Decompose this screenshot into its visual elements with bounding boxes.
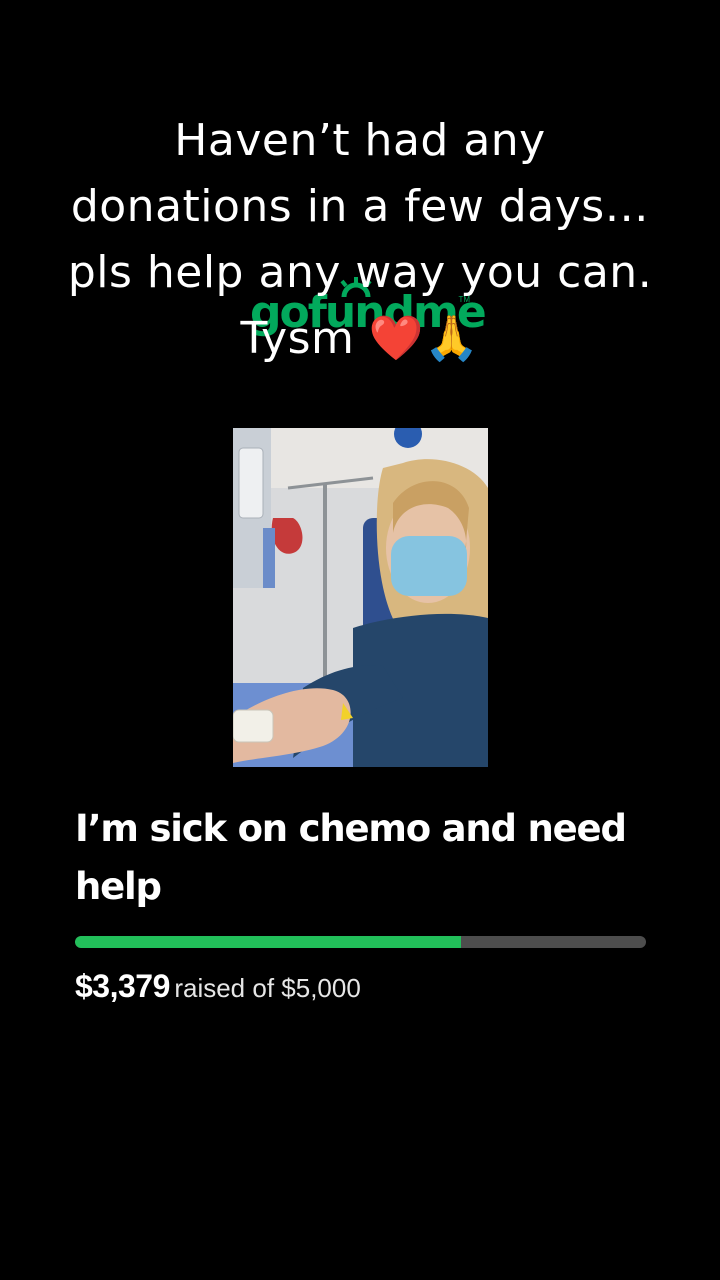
amount-raised-line: $3,379 raised of $5,000 — [75, 968, 361, 1005]
caption-line-1: Haven’t had any — [174, 115, 546, 166]
goal-text: raised of $5,000 — [174, 973, 361, 1003]
campaign-title: I’m sick on chemo and need help — [75, 807, 627, 908]
overlay-caption: Haven’t had any donations in a few days…… — [0, 108, 720, 372]
caption-line-2: donations in a few days… — [70, 181, 650, 232]
caption-line-3: pls help any way you can. — [67, 247, 653, 298]
caption-line-4: Tysm ❤️🙏 — [240, 313, 480, 364]
donation-progress-fill — [75, 936, 461, 948]
amount-raised: $3,379 — [75, 968, 170, 1004]
donation-progress-bar — [75, 936, 646, 948]
hospital-selfie-image — [233, 428, 488, 767]
campaign-photo — [233, 428, 488, 767]
